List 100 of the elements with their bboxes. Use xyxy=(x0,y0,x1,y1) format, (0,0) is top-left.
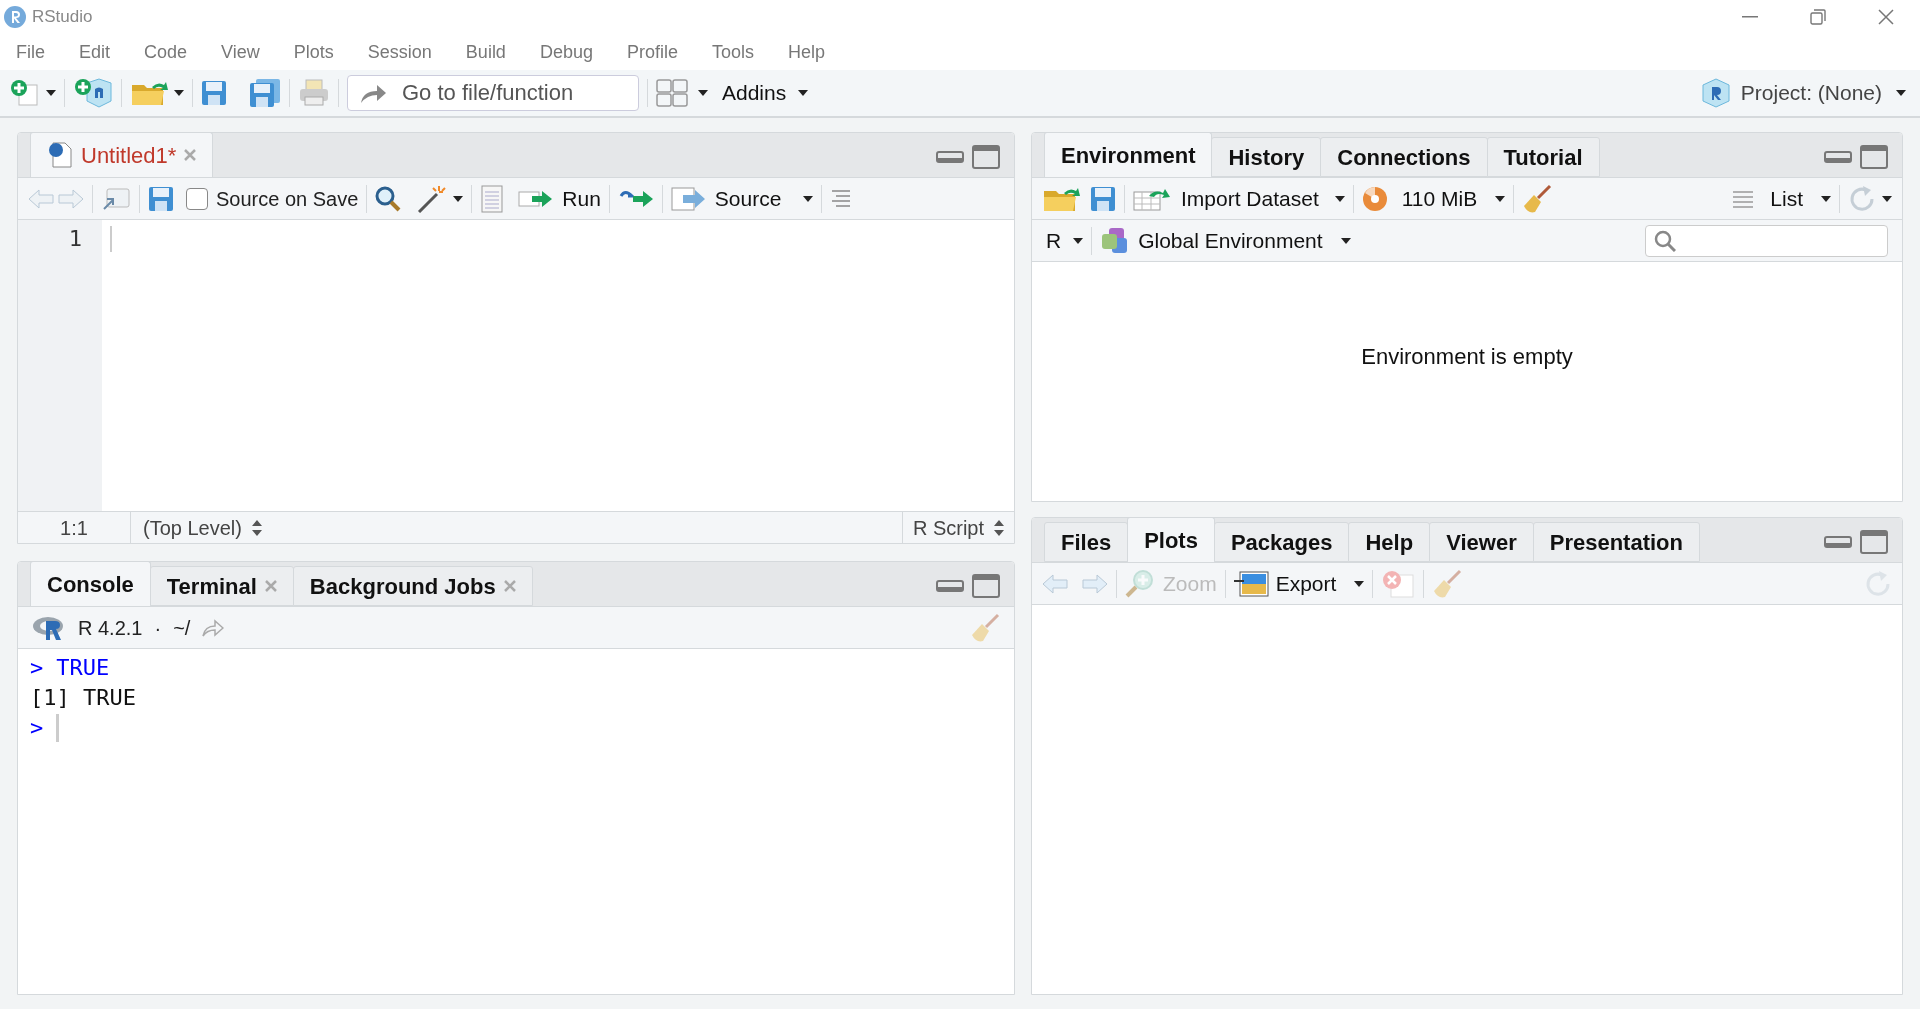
cube-icon xyxy=(1700,78,1731,108)
import-dataset-button[interactable]: Import Dataset xyxy=(1133,182,1345,215)
caret-icon xyxy=(1354,580,1365,587)
project-menu[interactable]: Project: (None) xyxy=(1700,77,1906,109)
console-prompt: > xyxy=(30,714,44,742)
search-field[interactable] xyxy=(1645,224,1888,257)
new-file-icon[interactable] xyxy=(10,79,40,107)
pane-tab[interactable]: Help xyxy=(1348,522,1431,562)
maximize-pane-icon[interactable] xyxy=(972,145,1000,169)
menu-item[interactable]: Code xyxy=(134,38,198,66)
menu-item[interactable]: Session xyxy=(357,38,442,66)
pane-tab[interactable]: Files xyxy=(1044,522,1129,562)
save-icon[interactable] xyxy=(201,80,227,106)
pie-chart-icon xyxy=(1361,185,1388,212)
view-mode-menu[interactable]: List xyxy=(1732,182,1831,215)
pane-tab[interactable]: Untitled1* xyxy=(30,133,214,177)
caret-icon[interactable] xyxy=(453,195,464,202)
close-icon[interactable] xyxy=(264,580,277,592)
maximize-pane-icon[interactable] xyxy=(972,574,1000,598)
maximize-pane-icon[interactable] xyxy=(1860,145,1888,169)
broom-icon[interactable] xyxy=(1432,568,1463,599)
pane-tab[interactable]: Viewer xyxy=(1429,522,1534,562)
menu-item[interactable]: File xyxy=(6,38,55,66)
cursor-position: 1:1 xyxy=(18,512,131,543)
minimize-pane-icon[interactable] xyxy=(1824,151,1852,163)
separator-dot: · xyxy=(154,615,162,641)
menu-item[interactable]: Edit xyxy=(69,38,121,66)
export-button[interactable]: Export xyxy=(1233,567,1365,600)
r-logo-icon xyxy=(32,614,66,641)
language-menu[interactable]: R xyxy=(1046,224,1084,257)
caret-icon[interactable] xyxy=(174,90,184,96)
restore-icon[interactable] xyxy=(1810,9,1826,25)
image-export-icon xyxy=(1233,570,1270,597)
minimize-pane-icon[interactable] xyxy=(936,580,964,592)
minimize-pane-icon[interactable] xyxy=(1824,536,1852,548)
save-icon[interactable] xyxy=(1090,185,1116,212)
menu-item[interactable]: Profile xyxy=(616,38,688,66)
go-to-directory-icon[interactable] xyxy=(202,618,225,637)
close-icon[interactable] xyxy=(503,580,516,592)
up-down-icon[interactable] xyxy=(994,519,1004,536)
save-all-icon[interactable] xyxy=(249,78,281,108)
caret-icon[interactable] xyxy=(46,90,56,96)
source-on-save-checkbox[interactable]: Source on Save xyxy=(186,183,359,214)
pane-tab[interactable]: Plots xyxy=(1127,518,1215,562)
environment-scope-menu[interactable]: Global Environment xyxy=(1100,224,1351,257)
go-to-file-field[interactable]: Go to file/function xyxy=(347,75,639,111)
new-project-icon[interactable] xyxy=(73,77,113,109)
magic-wand-icon[interactable] xyxy=(417,184,448,213)
pane-tab[interactable]: Background Jobs xyxy=(292,566,533,606)
up-down-icon[interactable] xyxy=(251,519,262,536)
maximize-pane-icon[interactable] xyxy=(1860,530,1888,554)
pane-tab[interactable]: Tutorial xyxy=(1486,137,1600,177)
r-document-icon xyxy=(47,141,73,169)
pane-tab[interactable]: Packages xyxy=(1213,522,1350,562)
pane-tab[interactable]: Terminal xyxy=(149,566,294,606)
grid-layout-icon[interactable] xyxy=(656,79,688,107)
r-version: R 4.2.1 xyxy=(78,615,143,641)
minimize-icon[interactable] xyxy=(1742,16,1758,18)
file-type-selector[interactable]: R Script xyxy=(912,512,984,543)
caret-icon xyxy=(1334,195,1345,202)
caret-icon[interactable] xyxy=(1882,195,1892,202)
pane-tab[interactable]: Connections xyxy=(1320,137,1488,177)
scope-selector[interactable]: (Top Level) xyxy=(131,512,242,543)
caret-icon xyxy=(1340,237,1351,244)
zoom-icon xyxy=(1125,568,1155,599)
pane-tab[interactable]: Environment xyxy=(1044,133,1213,177)
caret-icon[interactable] xyxy=(803,195,814,202)
caret-icon xyxy=(1495,195,1506,202)
menu-item[interactable]: Help xyxy=(778,38,836,66)
caret-icon[interactable] xyxy=(698,90,708,96)
pane-tab[interactable]: Presentation xyxy=(1532,522,1700,562)
print-icon[interactable] xyxy=(298,79,330,107)
text-cursor xyxy=(56,714,60,742)
memory-usage-button[interactable]: 110 MiB xyxy=(1361,182,1506,215)
source-arrow-icon xyxy=(670,186,707,211)
menu-item[interactable]: Build xyxy=(455,38,516,66)
close-icon[interactable] xyxy=(184,149,197,161)
close-icon[interactable] xyxy=(1878,9,1894,25)
broom-icon[interactable] xyxy=(970,612,1000,643)
minimize-pane-icon[interactable] xyxy=(936,151,964,163)
run-button[interactable]: Run xyxy=(518,182,601,215)
search-icon xyxy=(1654,229,1676,252)
console-prompt: > xyxy=(30,654,44,682)
show-in-window-icon[interactable] xyxy=(101,186,131,211)
menu-item[interactable]: View xyxy=(211,38,270,66)
pane-tab[interactable]: Console xyxy=(30,562,151,606)
broom-icon[interactable] xyxy=(1522,183,1553,214)
addins-menu[interactable]: Addins xyxy=(722,77,809,109)
list-icon xyxy=(1732,189,1755,208)
menu-item[interactable]: Tools xyxy=(701,38,764,66)
line-number: 1 xyxy=(68,225,82,253)
remove-plot-icon[interactable] xyxy=(1381,568,1416,599)
search-icon[interactable] xyxy=(375,185,402,212)
outline-icon[interactable] xyxy=(830,189,853,208)
source-button[interactable]: Source xyxy=(670,182,782,215)
menu-item[interactable]: Debug xyxy=(529,38,603,66)
empty-message: Environment is empty xyxy=(1361,343,1573,371)
menu-item[interactable]: Plots xyxy=(283,38,344,66)
save-icon[interactable] xyxy=(148,185,174,212)
pane-tab[interactable]: History xyxy=(1211,137,1322,177)
